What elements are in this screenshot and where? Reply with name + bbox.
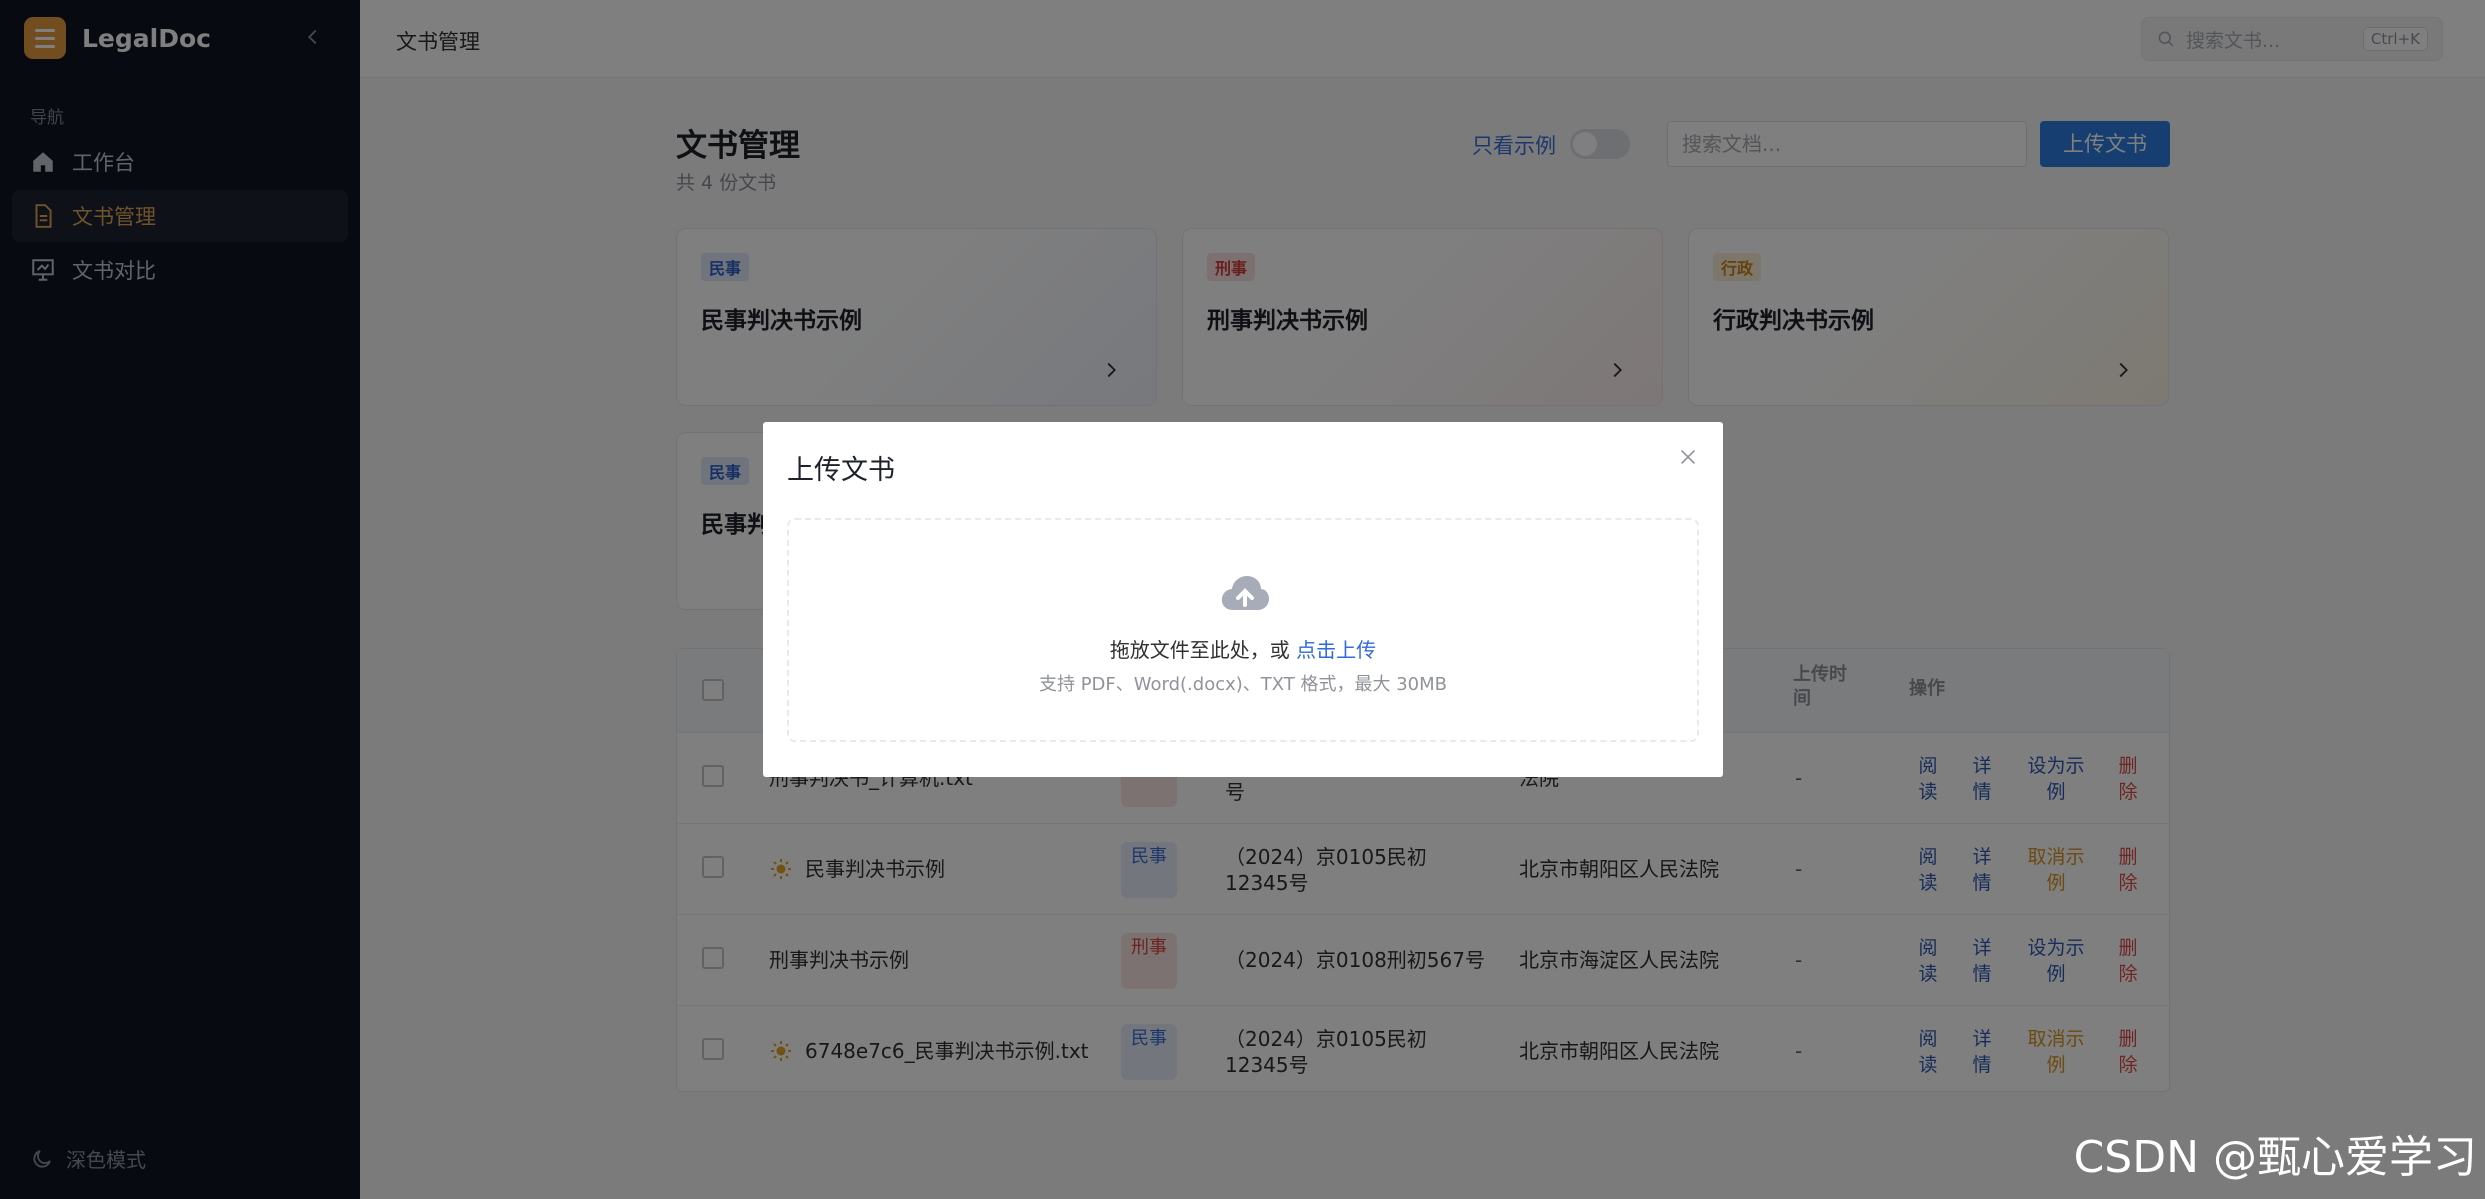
file-format-hint: 支持 PDF、Word(.docx)、TXT 格式，最大 30MB <box>1038 674 1448 695</box>
cloud-upload-icon <box>1221 576 1269 610</box>
watermark: CSDN @甄心爱学习 <box>2073 1132 2477 1183</box>
upload-dialog: 上传文书 拖放文件至此处，或 点击上传 支持 PDF、Word(.docx)、T… <box>763 422 1723 777</box>
click-upload-link[interactable]: 点击上传 <box>1296 638 1376 662</box>
close-icon[interactable] <box>1677 446 1699 468</box>
drop-instruction: 拖放文件至此处，或 点击上传 <box>1109 638 1377 662</box>
file-dropzone[interactable]: 拖放文件至此处，或 点击上传 支持 PDF、Word(.docx)、TXT 格式… <box>787 518 1699 742</box>
dialog-title: 上传文书 <box>787 455 895 486</box>
